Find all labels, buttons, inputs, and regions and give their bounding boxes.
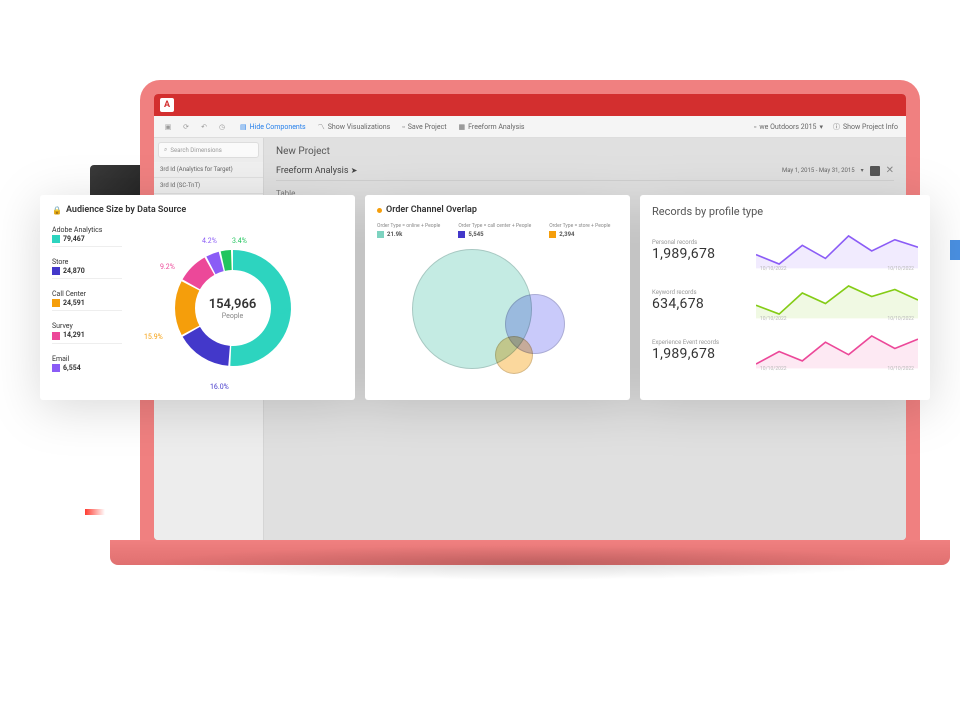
lock-icon: 🔒 (52, 206, 62, 215)
project-title: New Project (276, 146, 894, 157)
records-list: Personal records 1,989,678 10/10/202210/… (652, 230, 918, 370)
analysis-header: Freeform Analysis ➤ May 1, 2015 - May 31… (276, 161, 894, 181)
record-value: 634,678 (652, 296, 742, 312)
show-visualizations-label: Show Visualizations (328, 123, 391, 131)
chevron-down-icon: ▾ (861, 167, 864, 174)
adobe-logo-icon: A (160, 98, 174, 112)
donut-slice-label: 4.2% (202, 237, 217, 245)
suite-icon: ▫ (754, 123, 756, 131)
donut-chart: 154,966 People 51.3% 16.0% 15.9% 9.2% 4.2% 3.… (122, 223, 343, 393)
card3-title: Records by profile type (652, 205, 763, 218)
donut-center-label: People (209, 312, 257, 320)
donut-slice-label: 16.0% (210, 383, 229, 391)
refresh-icon[interactable]: ⟳ (180, 121, 192, 133)
record-value: 1,989,678 (652, 246, 742, 262)
search-placeholder: Search Dimensions (170, 147, 221, 154)
card1-legend: Adobe Analytics79,467 Store24,870 Call Cen… (52, 223, 122, 393)
panel-icon: ▤ (240, 123, 247, 131)
dimension-item[interactable]: 3rd Id (Analytics for Target) (154, 162, 263, 178)
laptop-shadow (150, 545, 910, 580)
dimension-item[interactable]: 3rd Id (SC-TnT) (154, 178, 263, 194)
donut-center-value: 154,966 (209, 297, 257, 312)
legend-item: Email6,554 (52, 352, 122, 375)
status-dot-icon (377, 208, 382, 213)
venn-circle-store (495, 336, 533, 374)
search-icon: ⌕ (164, 146, 167, 154)
record-value: 1,989,678 (652, 346, 742, 362)
record-row: Experience Event records 1,989,678 10/10… (652, 330, 918, 370)
show-project-info-label: Show Project Info (843, 123, 898, 131)
save-project-label: Save Project (408, 123, 447, 131)
record-label: Keyword records (652, 289, 742, 296)
clock-icon[interactable]: ◷ (216, 121, 228, 133)
card2-title: Order Channel Overlap (386, 205, 477, 215)
legend-item: Survey14,291 (52, 319, 122, 343)
audience-size-card: 🔒 Audience Size by Data Source Adobe Anal… (40, 195, 355, 400)
table-icon: ▦ (459, 123, 466, 131)
venn-legend-item: Order Type = online + People21.9k (377, 223, 440, 238)
toolbar: ▣ ⟳ ↶ ◷ ▤ Hide Components 〽 Show Visuali… (154, 116, 906, 138)
floating-cards: 🔒 Audience Size by Data Source Adobe Anal… (40, 195, 930, 400)
cursor-icon: ➤ (351, 166, 358, 175)
legend-item: Call Center24,591 (52, 287, 122, 311)
show-visualizations-button[interactable]: 〽 Show Visualizations (318, 122, 391, 132)
venn-legend-item: Order Type = call center + People5,545 (458, 223, 531, 238)
decorative-red-gradient (85, 509, 105, 515)
date-range[interactable]: May 1, 2015 - May 31, 2015 ▾ ✕ (782, 165, 894, 176)
card2-legend: Order Type = online + People21.9k Order T… (377, 223, 618, 238)
hide-components-label: Hide Components (250, 123, 306, 131)
sparkline-chart: 10/10/202210/10/2022 (756, 330, 918, 370)
report-suite-selector[interactable]: ▫ we Outdoors 2015 ▾ (754, 123, 823, 131)
show-project-info-button[interactable]: ⓘ Show Project Info (833, 122, 898, 132)
titlebar: A (154, 94, 906, 116)
order-channel-card: Order Channel Overlap Order Type = onlin… (365, 195, 630, 400)
date-range-text: May 1, 2015 - May 31, 2015 (782, 167, 855, 174)
record-row: Keyword records 634,678 10/10/202210/10/… (652, 280, 918, 320)
chart-icon: 〽 (318, 122, 325, 132)
venn-diagram (377, 244, 618, 390)
analysis-title: Freeform Analysis ➤ (276, 166, 357, 176)
close-icon[interactable]: ✕ (886, 165, 894, 176)
undo-icon[interactable]: ↶ (198, 121, 210, 133)
save-project-button[interactable]: ▫ Save Project (402, 123, 446, 131)
donut-slice-label: 15.9% (144, 333, 163, 341)
calendar-icon[interactable] (870, 166, 880, 176)
save-icon: ▫ (402, 123, 404, 131)
legend-item: Store24,870 (52, 255, 122, 279)
record-label: Personal records (652, 239, 742, 246)
records-by-profile-card: Records by profile type Personal records… (640, 195, 930, 400)
record-row: Personal records 1,989,678 10/10/202210/… (652, 230, 918, 270)
sparkline-chart: 10/10/202210/10/2022 (756, 280, 918, 320)
info-icon: ⓘ (833, 122, 840, 132)
report-suite-label: we Outdoors 2015 (759, 123, 816, 131)
freeform-analysis-label: Freeform Analysis (468, 123, 524, 131)
donut-slice-label: 51.3% (272, 308, 291, 316)
legend-item: Adobe Analytics79,467 (52, 223, 122, 247)
folder-icon[interactable]: ▣ (162, 121, 174, 133)
venn-legend-item: Order Type = store + People2,394 (549, 223, 610, 238)
sparkline-chart: 10/10/202210/10/2022 (756, 230, 918, 270)
donut-slice-label: 3.4% (232, 237, 247, 245)
record-label: Experience Event records (652, 339, 742, 346)
freeform-analysis-button[interactable]: ▦ Freeform Analysis (459, 123, 525, 131)
search-dimensions-input[interactable]: ⌕ Search Dimensions (158, 142, 259, 158)
card1-title: Audience Size by Data Source (66, 205, 186, 215)
decorative-blue-square (950, 240, 960, 260)
chevron-down-icon: ▾ (819, 123, 823, 131)
donut-slice-label: 9.2% (160, 263, 175, 271)
hide-components-button[interactable]: ▤ Hide Components (240, 123, 306, 131)
